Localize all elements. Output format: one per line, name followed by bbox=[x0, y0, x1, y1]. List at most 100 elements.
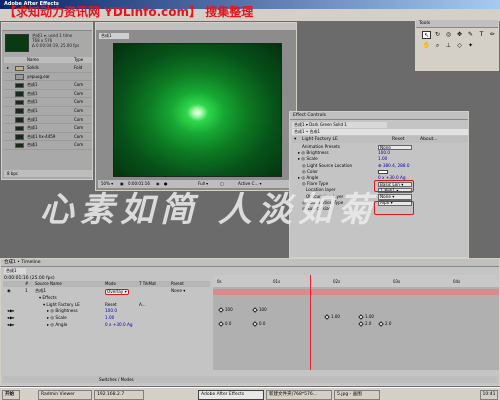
list-item[interactable]: 合成1 Com bbox=[4, 90, 92, 99]
col-name[interactable]: Name bbox=[27, 57, 39, 63]
stamp-icon[interactable]: ⊥ bbox=[444, 42, 453, 50]
list-item[interactable]: 合成1 Com bbox=[4, 98, 92, 107]
parent-dropdown[interactable]: None ▾ bbox=[171, 288, 185, 295]
watermark-top: 【求知动力资讯网 YDLinfo.com】 搜集整理 bbox=[4, 5, 254, 19]
hand-icon[interactable]: ✋ bbox=[422, 42, 431, 50]
col-mode[interactable]: Mode bbox=[105, 281, 116, 287]
presets-dropdown[interactable]: None bbox=[378, 144, 412, 150]
keyframe[interactable] bbox=[378, 321, 384, 327]
project-panel: 合成1 ▾, used 1 time 768 x 576 Δ 0:00:04:1… bbox=[1, 22, 93, 180]
table-row[interactable]: ◂◆▸ ▸ ◎ Brightness 100.0 bbox=[3, 308, 210, 315]
text-icon[interactable]: T bbox=[477, 31, 486, 39]
list-item[interactable]: 合成1 Com bbox=[4, 124, 92, 133]
composition-icon bbox=[15, 82, 24, 89]
pen-icon[interactable]: ✎ bbox=[466, 31, 475, 39]
timeline-footer: Switches / Modes bbox=[3, 376, 497, 383]
orbit-icon[interactable]: ◎ bbox=[444, 31, 453, 39]
comp-info: 合成1 ▾, used 1 time 768 x 576 Δ 0:00:04:1… bbox=[32, 33, 79, 48]
color-swatch[interactable] bbox=[378, 169, 388, 174]
about-link[interactable]: About... bbox=[420, 136, 438, 143]
fx-tab[interactable]: 合成1 ▾ Dark Green Solid 1 bbox=[292, 122, 387, 128]
timeline-columns: # Source Name Mode T TrkMat Parent bbox=[3, 281, 210, 287]
taskbar-item[interactable]: Adobe After Effects bbox=[198, 389, 264, 400]
composition-panel: 合成1 50% ▾ ▣ 0:00:01:16 ◉ ● Full ▾ ▢ Acti… bbox=[95, 22, 297, 191]
list-item[interactable]: yepuug.ear bbox=[4, 73, 92, 82]
highlight-flare-type bbox=[374, 180, 414, 192]
keyframe[interactable] bbox=[218, 307, 224, 313]
project-title bbox=[2, 23, 92, 31]
composition-title bbox=[96, 23, 296, 31]
calligraphy-watermark: 心素如简 人淡如菊 bbox=[40, 190, 378, 230]
timeline-tracks[interactable]: 0s 01s 02s 03s 04s 100 100 1.00 1.00 0.0… bbox=[213, 275, 499, 370]
table-row[interactable]: ◉ 1 合成1 Overlay ▾ None ▾ bbox=[3, 288, 210, 295]
effect-controls-title: Effect Controls bbox=[290, 112, 468, 120]
table-row[interactable]: ◂◆▸ ▸ ◎ Angle 0 x +30.0 Ag bbox=[3, 322, 210, 329]
composition-icon bbox=[15, 99, 24, 106]
keyframe-nav-icon[interactable]: ◂◆▸ bbox=[7, 322, 14, 329]
list-item[interactable]: 合成1 Com bbox=[4, 107, 92, 116]
composition-icon bbox=[15, 108, 24, 114]
audio-file-icon bbox=[15, 74, 24, 80]
keyframe-nav-icon[interactable]: ◂◆▸ bbox=[7, 315, 14, 322]
keyframe[interactable] bbox=[358, 314, 364, 320]
list-item[interactable]: ▸ Solids Fold bbox=[4, 64, 92, 73]
list-item[interactable]: 合成1 Com bbox=[4, 116, 92, 125]
project-footer: 8 bpc bbox=[4, 170, 92, 177]
keyframe[interactable] bbox=[358, 321, 364, 327]
pan-icon[interactable]: ✥ bbox=[455, 31, 464, 39]
table-row[interactable]: ◂◆▸ ▸ ◎ Scale 1.00 bbox=[3, 315, 210, 322]
comp-thumbnail bbox=[5, 34, 29, 52]
current-time-indicator[interactable] bbox=[310, 275, 311, 370]
fx-effect-header: ▾ Light Factory LE Reset About... bbox=[292, 136, 468, 143]
taskbar-item[interactable]: 5.jpg - 画图 bbox=[334, 389, 380, 400]
project-list: ▸ Solids Fold yepuug.ear 合成1 Com 合成1 Com 合成1… bbox=[4, 64, 92, 150]
fx-twirl-icon[interactable]: ▾ bbox=[294, 136, 296, 143]
obscuration-layer-dropdown[interactable]: None ▾ bbox=[378, 194, 412, 200]
layer-duration-bar[interactable] bbox=[213, 289, 499, 295]
table-row[interactable]: ▾ Light Factory LE Reset A... bbox=[3, 302, 210, 309]
keyframe-nav-icon[interactable]: ◂◆▸ bbox=[7, 308, 14, 315]
time-ruler[interactable]: 0s 01s 02s 03s 04s bbox=[213, 275, 499, 287]
keyframe[interactable] bbox=[324, 314, 330, 320]
keyframe[interactable] bbox=[252, 321, 258, 327]
mode-dropdown[interactable]: Overlay ▾ bbox=[105, 288, 129, 295]
eraser-icon[interactable]: ◇ bbox=[455, 42, 464, 50]
list-item[interactable]: 合成1 Com bbox=[4, 81, 92, 90]
fx-breadcrumb: 合成1 • 合成1 bbox=[292, 129, 468, 135]
comp-viewer[interactable] bbox=[113, 43, 282, 177]
rotate-icon[interactable]: ↻ bbox=[433, 31, 442, 39]
eye-icon[interactable]: ◉ bbox=[7, 288, 11, 295]
brush-icon[interactable]: ✏ bbox=[488, 31, 497, 39]
composition-icon bbox=[15, 117, 24, 123]
composition-icon bbox=[15, 134, 24, 140]
keyframe[interactable] bbox=[252, 307, 258, 313]
taskbar-item[interactable]: 192.168.2.7 bbox=[94, 389, 144, 400]
zoom-icon[interactable]: ⌕ bbox=[433, 42, 442, 50]
keyframe[interactable] bbox=[218, 321, 224, 327]
clock: 10:41 bbox=[480, 389, 498, 400]
col-parent[interactable]: Parent bbox=[171, 281, 184, 287]
comp-duration: Δ 0:00:04:19, 25.00 fps bbox=[32, 43, 80, 48]
arrow-icon[interactable]: ↖ bbox=[422, 31, 431, 39]
taskbar-item[interactable]: Radmin Viewer bbox=[38, 389, 92, 400]
composition-icon bbox=[15, 142, 24, 149]
col-source-name[interactable]: Source Name bbox=[35, 281, 62, 287]
taskbar-item[interactable]: 新建文件夹(768*576... bbox=[266, 389, 332, 400]
table-row[interactable]: ▾ Effects bbox=[3, 295, 210, 302]
reset-link[interactable]: Reset bbox=[392, 136, 405, 143]
col-type[interactable]: Type bbox=[74, 57, 83, 63]
comp-tab[interactable]: 合成1 bbox=[99, 33, 129, 39]
taskbar: 开始 Radmin Viewer 192.168.2.7 Adobe After… bbox=[0, 387, 500, 400]
timeline-panel: 合成1 • Timeline 合成1 0:00:01:16 (25.00 fps… bbox=[0, 258, 500, 386]
switches-modes-toggle[interactable]: Switches / Modes bbox=[99, 376, 134, 383]
list-item[interactable]: 合成1 Com bbox=[4, 141, 92, 150]
timeline-layers: ◉ 1 合成1 Overlay ▾ None ▾ ▾ Effects ▾ Lig… bbox=[3, 288, 210, 329]
start-button[interactable]: 开始 bbox=[2, 389, 20, 400]
tools-title: Tools bbox=[416, 20, 498, 28]
composition-icon bbox=[15, 125, 24, 132]
highlight-obscuration bbox=[374, 201, 414, 215]
timeline-tab[interactable]: 合成1 bbox=[4, 268, 26, 274]
col-trkmat[interactable]: T TrkMat bbox=[139, 281, 156, 287]
list-item[interactable]: 合成1 hx-4459 Com bbox=[4, 133, 92, 142]
pin-icon[interactable]: ✦ bbox=[466, 42, 475, 50]
